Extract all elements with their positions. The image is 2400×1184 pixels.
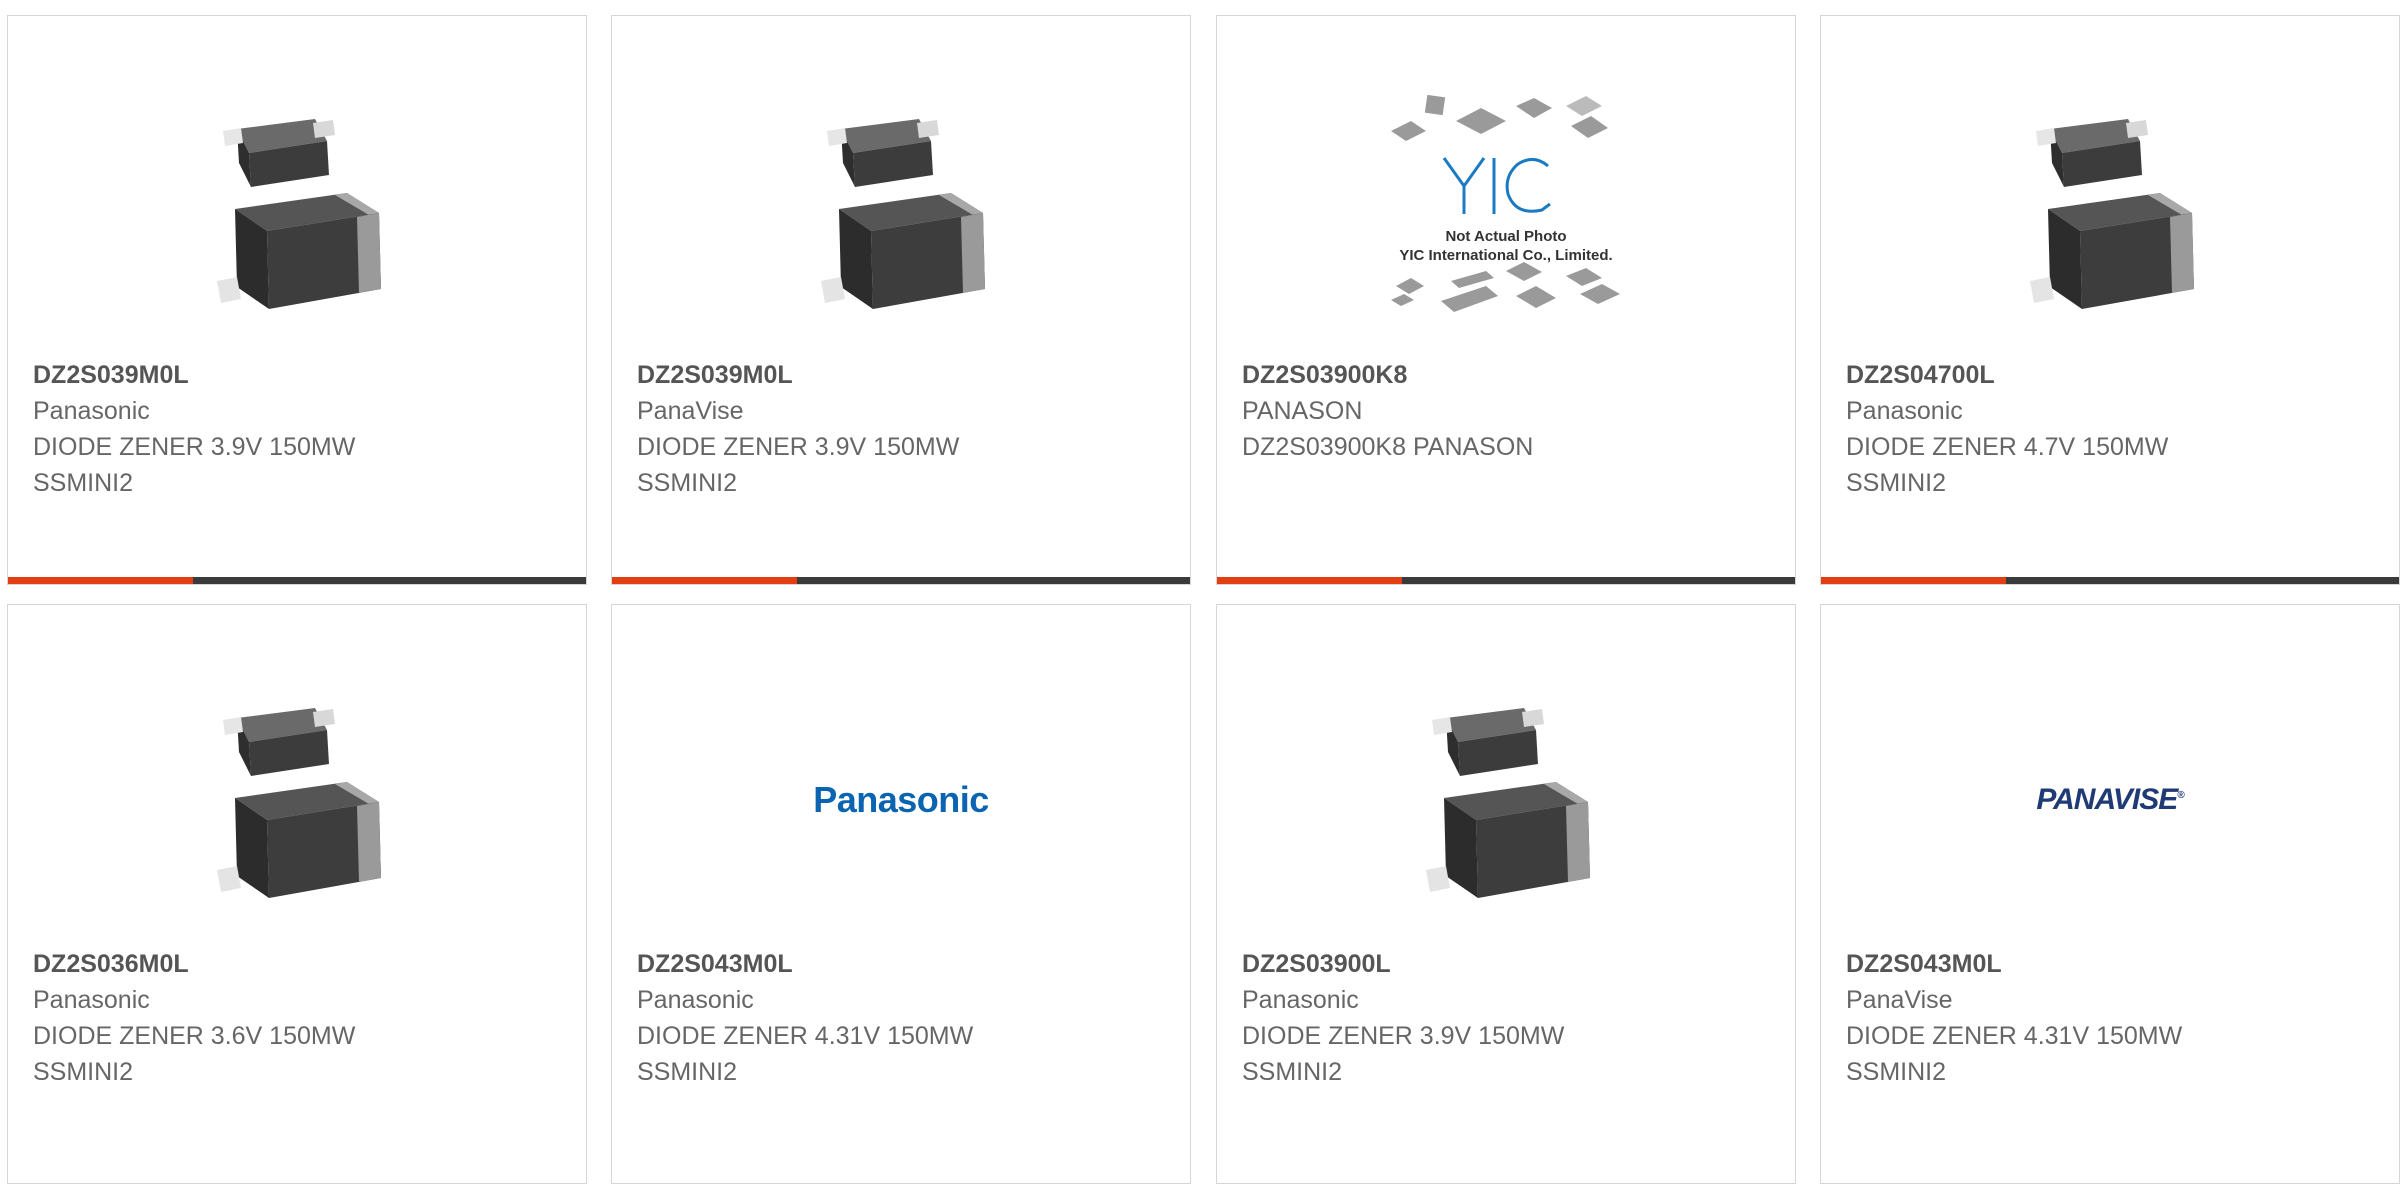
product-card[interactable]: Panasonic DZ2S043M0L Panasonic DIODE ZEN… (611, 604, 1191, 1184)
card-bottom-bar (612, 577, 1190, 584)
description: DIODE ZENER 3.6V 150MW (33, 1022, 356, 1050)
description: DZ2S03900K8 PANASON (1242, 433, 1534, 461)
product-card[interactable]: PANAVISE® DZ2S043M0L PanaVise DIODE ZENE… (1820, 604, 2400, 1184)
card-bottom-bar (1217, 577, 1795, 584)
part-number[interactable]: DZ2S039M0L (33, 357, 566, 393)
package: SSMINI2 (637, 469, 738, 497)
not-actual-photo-placeholder: Not Actual Photo YIC International Co., … (1391, 94, 1620, 312)
product-grid: DZ2S039M0L Panasonic DIODE ZENER 3.9V 15… (0, 0, 2400, 1184)
manufacturer: Panasonic (1242, 986, 1359, 1014)
description: DIODE ZENER 4.31V 150MW (1846, 1022, 2183, 1050)
product-image[interactable]: Not Actual Photo YIC International Co., … (1217, 66, 1795, 356)
package: SSMINI2 (33, 1058, 134, 1086)
product-card[interactable]: DZ2S039M0L PanaVise DIODE ZENER 3.9V 150… (611, 15, 1191, 585)
product-image[interactable]: Panasonic (612, 655, 1190, 945)
diode-package-image (821, 119, 985, 309)
package: SSMINI2 (1846, 1058, 1947, 1086)
package: SSMINI2 (33, 469, 134, 497)
manufacturer: PanaVise (637, 397, 744, 425)
product-card[interactable]: DZ2S039M0L Panasonic DIODE ZENER 3.9V 15… (7, 15, 587, 585)
package: SSMINI2 (1846, 469, 1947, 497)
placeholder-text-2: YIC International Co., Limited. (1399, 247, 1612, 264)
part-number[interactable]: DZ2S039M0L (637, 357, 1170, 393)
panavise-logo: PANAVISE® (2036, 783, 2184, 817)
description: DIODE ZENER 3.9V 150MW (1242, 1022, 1565, 1050)
manufacturer: PANASON (1242, 397, 1363, 425)
part-number[interactable]: DZ2S036M0L (33, 946, 566, 982)
product-card[interactable]: DZ2S04700L Panasonic DIODE ZENER 4.7V 15… (1820, 15, 2400, 585)
card-accent-bar (1821, 577, 2006, 584)
product-image[interactable]: PANAVISE® (1821, 655, 2399, 945)
product-image[interactable] (8, 655, 586, 945)
diode-package-image (1426, 708, 1590, 898)
manufacturer: PanaVise (1846, 986, 1953, 1014)
product-image[interactable] (1821, 66, 2399, 356)
description: DIODE ZENER 3.9V 150MW (637, 433, 960, 461)
manufacturer: Panasonic (1846, 397, 1963, 425)
placeholder-text-1: Not Actual Photo (1445, 228, 1566, 245)
product-image[interactable] (612, 66, 1190, 356)
package: SSMINI2 (637, 1058, 738, 1086)
registered-mark: ® (2177, 790, 2184, 801)
part-number[interactable]: DZ2S043M0L (1846, 946, 2379, 982)
panasonic-logo: Panasonic (813, 779, 989, 820)
product-image[interactable] (8, 66, 586, 356)
manufacturer: Panasonic (637, 986, 754, 1014)
package: SSMINI2 (1242, 1058, 1343, 1086)
part-number[interactable]: DZ2S03900L (1242, 946, 1775, 982)
panavise-logo-text: PANAVISE (2036, 783, 2178, 816)
description: DIODE ZENER 4.31V 150MW (637, 1022, 974, 1050)
description: DIODE ZENER 3.9V 150MW (33, 433, 356, 461)
description: DIODE ZENER 4.7V 150MW (1846, 433, 2169, 461)
card-bottom-bar (8, 577, 586, 584)
card-accent-bar (8, 577, 193, 584)
part-number[interactable]: DZ2S03900K8 (1242, 357, 1775, 393)
card-accent-bar (612, 577, 797, 584)
diode-package-image (217, 708, 381, 898)
manufacturer: Panasonic (33, 397, 150, 425)
part-number[interactable]: DZ2S04700L (1846, 357, 2379, 393)
product-card[interactable]: DZ2S036M0L Panasonic DIODE ZENER 3.6V 15… (7, 604, 587, 1184)
card-bottom-bar (1821, 577, 2399, 584)
diode-package-image (217, 119, 381, 309)
diode-package-image (2030, 119, 2194, 309)
product-card[interactable]: DZ2S03900L Panasonic DIODE ZENER 3.9V 15… (1216, 604, 1796, 1184)
part-number[interactable]: DZ2S043M0L (637, 946, 1170, 982)
card-accent-bar (1217, 577, 1402, 584)
product-image[interactable] (1217, 655, 1795, 945)
manufacturer: Panasonic (33, 986, 150, 1014)
product-card[interactable]: Not Actual Photo YIC International Co., … (1216, 15, 1796, 585)
